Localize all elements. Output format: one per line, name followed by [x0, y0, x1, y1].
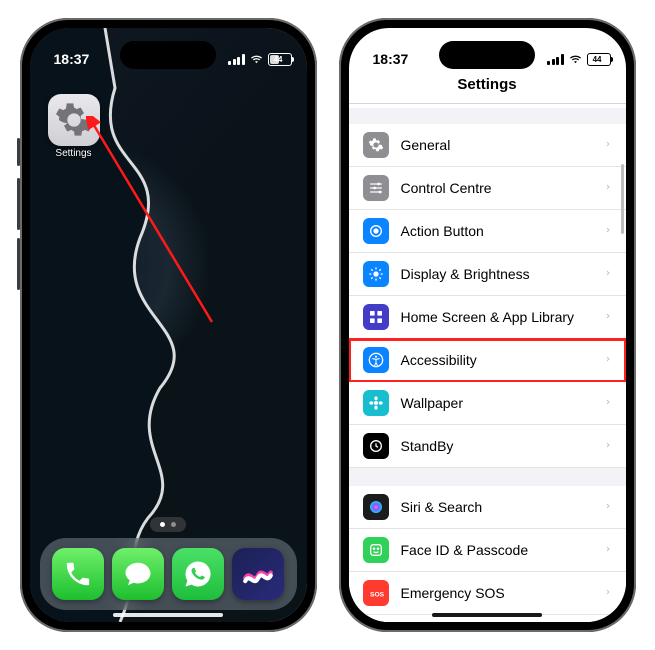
settings-row-standby[interactable]: StandBy [349, 425, 626, 468]
settings-row-control[interactable]: Control Centre [349, 167, 626, 210]
settings-row-siri[interactable]: Siri & Search [349, 486, 626, 529]
settings-row-faceid[interactable]: Face ID & Passcode [349, 529, 626, 572]
row-label: Display & Brightness [401, 266, 592, 282]
status-time: 18:37 [54, 51, 90, 67]
settings-row-general[interactable]: General [349, 124, 626, 167]
dock [40, 538, 297, 610]
sliders-icon [363, 175, 389, 201]
chevron-right-icon [604, 393, 612, 413]
home-indicator[interactable] [432, 613, 542, 617]
row-label: Action Button [401, 223, 592, 239]
settings-row-action[interactable]: Action Button [349, 210, 626, 253]
chevron-right-icon [604, 264, 612, 284]
settings-row-display[interactable]: Display & Brightness [349, 253, 626, 296]
scroll-indicator[interactable] [621, 164, 624, 234]
settings-row-homescreen[interactable]: Home Screen & App Library [349, 296, 626, 339]
messages-icon [123, 559, 153, 589]
row-label: StandBy [401, 438, 592, 454]
iphone-frame-home: 18:37 44 Settings [20, 18, 317, 632]
chevron-right-icon [604, 135, 612, 155]
row-label: Control Centre [401, 180, 592, 196]
row-label: Home Screen & App Library [401, 309, 592, 325]
nav-title: Settings [349, 76, 626, 104]
cellular-signal-icon [228, 54, 245, 65]
dynamic-island [120, 41, 216, 69]
wifi-icon [249, 54, 264, 65]
iphone-frame-settings: 18:37 44 Settings General Control Centre A… [339, 18, 636, 632]
row-label: Emergency SOS [401, 585, 592, 601]
phone-icon [63, 559, 93, 589]
whatsapp-app-icon[interactable] [172, 548, 224, 600]
grid-icon [363, 304, 389, 330]
svg-text:SOS: SOS [370, 591, 385, 598]
gear-icon [363, 132, 389, 158]
sos-icon: SOS [363, 580, 389, 606]
face-icon [363, 537, 389, 563]
chevron-right-icon [604, 540, 612, 560]
siri-icon [363, 494, 389, 520]
settings-list[interactable]: General Control Centre Action Button Displa… [349, 108, 626, 622]
sun-icon [363, 261, 389, 287]
whatsapp-icon [183, 559, 213, 589]
clock-icon [363, 433, 389, 459]
row-label: Accessibility [401, 352, 592, 368]
chevron-right-icon [604, 350, 612, 370]
page-indicator[interactable] [150, 517, 186, 532]
row-label: Face ID & Passcode [401, 542, 592, 558]
chevron-right-icon [604, 436, 612, 456]
settings-row-wallpaper[interactable]: Wallpaper [349, 382, 626, 425]
phone-app-icon[interactable] [52, 548, 104, 600]
wave-icon [241, 557, 275, 591]
cellular-signal-icon [547, 54, 564, 65]
flower-icon [363, 390, 389, 416]
custom-app-icon[interactable] [232, 548, 284, 600]
action-icon [363, 218, 389, 244]
accessibility-icon [363, 347, 389, 373]
chevron-right-icon [604, 583, 612, 603]
settings-row-sos[interactable]: SOS Emergency SOS [349, 572, 626, 615]
row-label: General [401, 137, 592, 153]
wifi-icon [568, 54, 583, 65]
row-label: Siri & Search [401, 499, 592, 515]
chevron-right-icon [604, 178, 612, 198]
status-time: 18:37 [373, 51, 409, 67]
dynamic-island [439, 41, 535, 69]
home-indicator[interactable] [113, 613, 223, 617]
chevron-right-icon [604, 497, 612, 517]
settings-screen: 18:37 44 Settings General Control Centre A… [349, 28, 626, 622]
row-label: Wallpaper [401, 395, 592, 411]
chevron-right-icon [604, 307, 612, 327]
annotation-arrow [86, 116, 216, 326]
home-screen: 18:37 44 Settings [30, 28, 307, 622]
settings-row-accessibility[interactable]: Accessibility [349, 339, 626, 382]
chevron-right-icon [604, 221, 612, 241]
battery-pct: 44 [593, 55, 602, 64]
battery-pct: 44 [274, 55, 283, 64]
messages-app-icon[interactable] [112, 548, 164, 600]
